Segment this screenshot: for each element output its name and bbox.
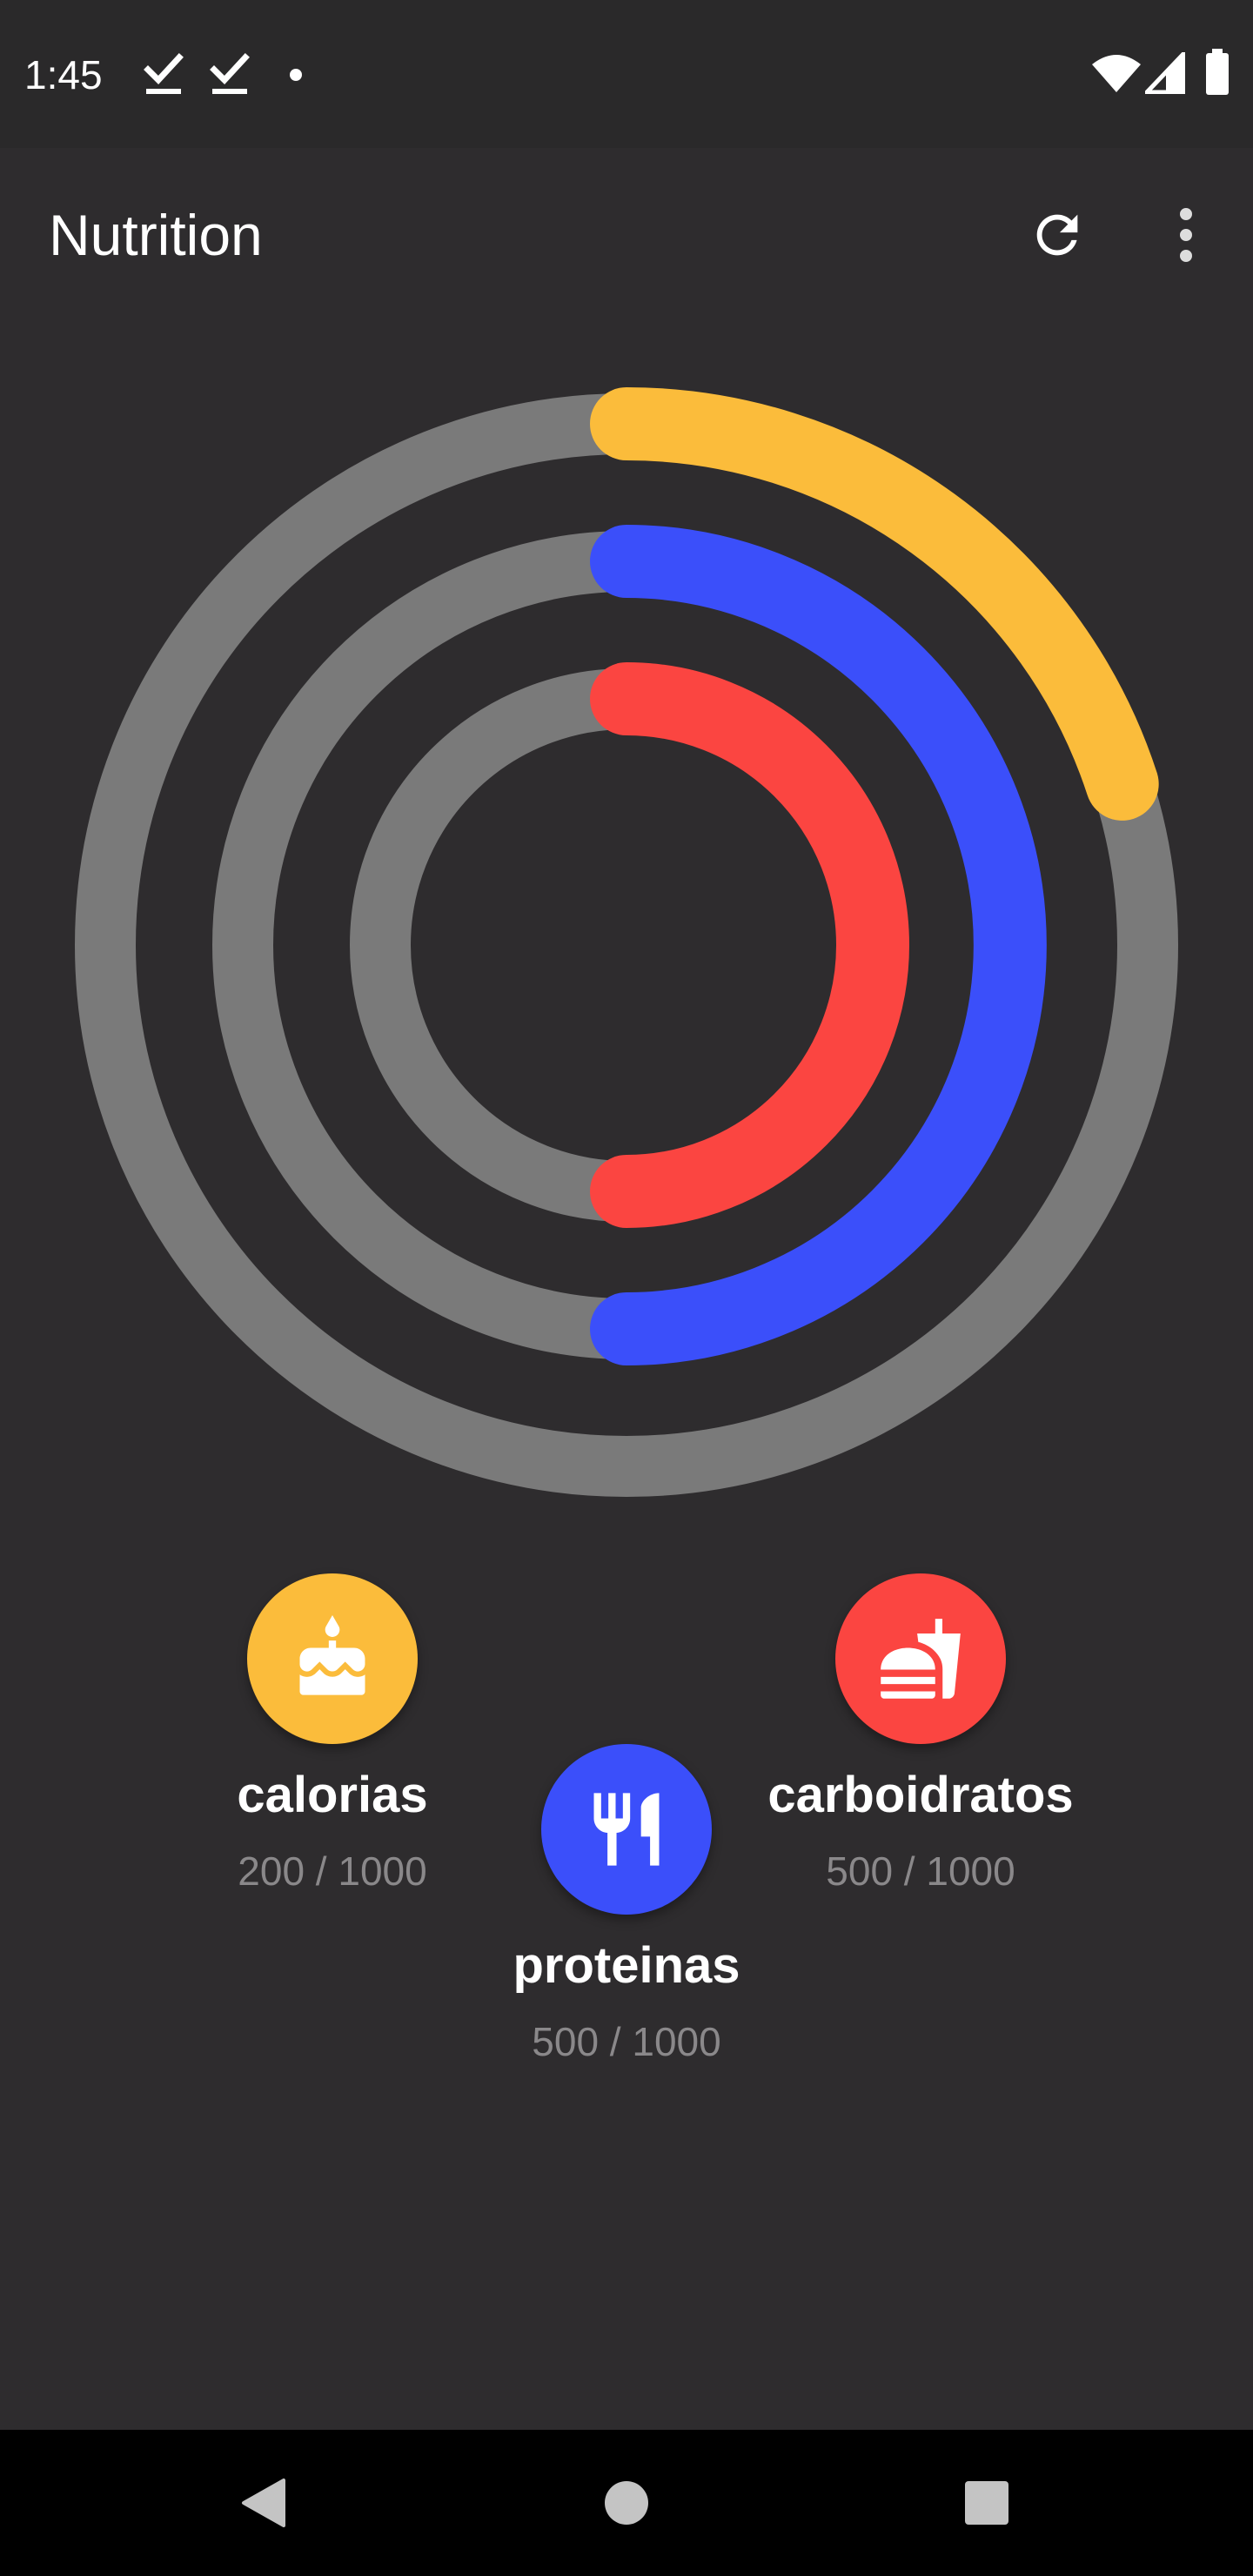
carboidratos-ring-track [350,668,903,1222]
proteinas-value: 500 / 1000 [532,2019,721,2064]
calorias-ring-track [75,393,1178,1497]
cake-icon [299,1615,365,1695]
recents-button[interactable] [935,2451,1039,2555]
calorias-label: calorias [237,1767,428,1823]
check-notification-icon [144,53,184,94]
back-button[interactable] [211,2451,315,2555]
proteinas-ring-track [212,531,1041,1359]
navigation-bar [0,2430,1253,2576]
refresh-icon [1036,214,1078,256]
status-bar: 1:45 [0,0,1253,148]
status-time: 1:45 [24,52,103,97]
carboidratos-badge[interactable] [835,1573,1006,1744]
page-title: Nutrition [49,203,263,267]
home-button[interactable] [574,2451,679,2555]
calorias-badge[interactable] [247,1573,418,1744]
recents-icon [965,2481,1008,2525]
calorias-value: 200 / 1000 [238,1848,427,1894]
proteinas-ring-progress [590,525,1047,1365]
more-vert-icon [1180,208,1192,262]
proteinas-label: proteinas [513,1937,740,1994]
fastfood-icon [881,1619,961,1699]
dot-icon [290,69,302,81]
signal-icon [1145,52,1185,94]
progress-rings [75,387,1178,1497]
carboidratos-value: 500 / 1000 [826,1848,1015,1894]
carboidratos-label: carboidratos [767,1767,1074,1823]
home-icon [605,2481,648,2525]
proteinas-badge[interactable] [541,1744,712,1915]
more-options-button[interactable] [1138,187,1234,283]
nutrition-screen: 1:45 Nutrition calorias 200 / 1000 prote… [0,0,1253,2576]
back-icon [242,2479,285,2527]
app-bar: Nutrition [0,148,1253,322]
restaurant-icon [593,1793,660,1866]
carboidratos-ring-progress [590,662,909,1228]
wifi-icon [1092,55,1141,92]
battery-icon [1206,49,1229,95]
calorias-ring-progress [590,387,1159,821]
check-notification-icon [210,53,250,94]
refresh-button[interactable] [1009,187,1105,283]
